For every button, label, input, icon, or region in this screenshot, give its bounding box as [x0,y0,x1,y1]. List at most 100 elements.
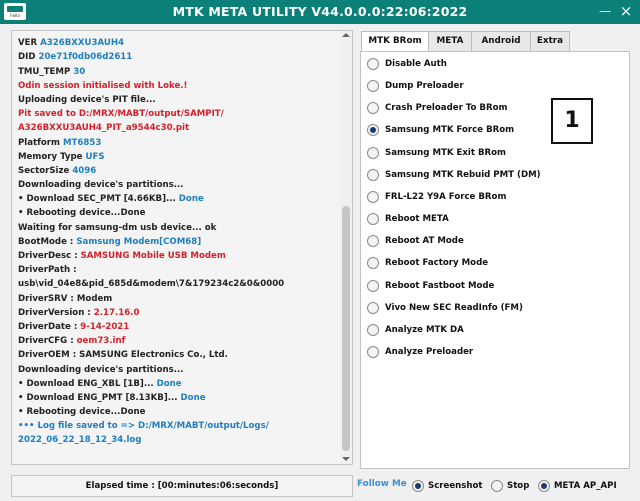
option-label: Reboot Fastboot Mode [385,280,495,291]
log-line: SectorSize 4096 [18,164,336,178]
log-line: VER A326BXXU3AUH4 [18,36,336,50]
log-segment: DriverSRV : Modem [18,293,113,304]
radio-button[interactable] [367,301,379,314]
log-line: BootMode : Samsung Modem[COM68] [18,235,336,249]
log-segment: A326BXXU3AUH4 [40,38,125,49]
scroll-thumb[interactable] [342,206,350,451]
log-segment: 4096 [72,165,97,176]
log-line: usb\vid_04e8&pid_685d&modem\7&179234c2&0… [18,277,336,291]
log-line: Downloading device's partitions... [18,363,336,377]
radio-button[interactable] [367,213,379,226]
log-segment: Downloading device's partitions... [18,364,184,375]
log-line: DriverVersion : 2.17.16.0 [18,306,336,320]
log-segment: DriverOEM : SAMSUNG Electronics Co., Ltd… [18,350,228,361]
screenshot-radio-button[interactable] [412,480,424,492]
log-segment: usb\vid_04e8&pid_685d&modem\7&179234c2&0… [18,279,285,290]
log-segment: • Rebooting device...Done [18,407,146,418]
log-segment: SAMSUNG Mobile USB Modem [80,251,226,261]
follow-me-link[interactable]: Follow Me [357,479,407,489]
log-segment: 9-14-2021 [80,321,130,332]
radio-button[interactable] [367,279,379,292]
log-segment: Pit saved to D:/MRX/MABT/output/SAMPIT/ [18,109,224,120]
radio-button[interactable] [367,124,379,137]
radio-button[interactable] [367,323,379,336]
log-line: DriverOEM : SAMSUNG Electronics Co., Ltd… [18,348,336,362]
log-segment: • Download ENG_XBL [1B]... [18,378,157,389]
log-segment: DriverDesc : [18,251,81,261]
option-label: Reboot AT Mode [385,236,464,247]
log-line: DriverDate : 9-14-2021 [18,320,336,334]
meta-ap-api-radio-button[interactable] [538,480,550,492]
log-segment: DriverCFG : [18,336,77,347]
log-line: Waiting for samsung-dm usb device... ok [18,221,336,235]
log-segment: Memory Type [18,151,86,162]
window-title: MTK META UTILITY V44.0.0.0:22:06:2022 [172,4,468,19]
radio-button[interactable] [367,102,379,115]
option-label: Crash Preloader To BRom [385,103,508,114]
elapsed-time: Elapsed time : [00:minutes:06:seconds] [11,475,353,497]
log-segment: • Rebooting device...Done [18,208,146,219]
log-line: • Download SEC_PMT [4.66KB]... Done [18,192,336,206]
option-label: FRL-L22 Y9A Force BRom [385,191,507,202]
log-segment: A326BXXU3AUH4_PIT_a9544c30.pit [18,123,190,134]
tab-extra[interactable]: Extra [530,31,570,51]
log-line: Pit saved to D:/MRX/MABT/output/SAMPIT/ [18,107,336,121]
tab-mtk-brom[interactable]: MTK BRom [361,31,429,52]
log-segment: Waiting for samsung-dm usb device... ok [18,222,217,233]
log-line: DID 20e71f0db06d2611 [18,50,336,64]
log-line: A326BXXU3AUH4_PIT_a9544c30.pit [18,121,336,135]
log-line: • Download ENG_PMT [8.13KB]... Done [18,391,336,405]
log-segment: DID [18,52,39,63]
radio-button[interactable] [367,345,379,358]
stop-radio-button[interactable] [491,480,503,492]
log-scrollbar[interactable] [340,31,352,464]
log-segment: Platform [18,137,63,148]
radio-button[interactable] [367,58,379,70]
log-line: ••• Log file saved to => D:/MRX/MABT/out… [18,419,336,433]
log-line: Memory Type UFS [18,150,336,164]
log-segment: DriverPath : [18,265,77,276]
log-segment: SectorSize [18,165,73,176]
log-line: DriverCFG : oem73.inf [18,334,336,348]
log-line: Downloading device's partitions... [18,178,336,192]
title-bar: hello MTK META UTILITY V44.0.0.0:22:06:2… [0,0,640,24]
log-segment: 2022_06_22_18_12_34.log [18,435,142,446]
log-segment: Uploading device's PIT file... [18,94,156,105]
scroll-up-icon[interactable] [342,33,350,37]
option-label: Vivo New SEC ReadInfo (FM) [385,302,523,313]
log-line: • Download ENG_XBL [1B]... Done [18,377,336,391]
log-segment: DriverVersion : [18,307,94,318]
log-line: • Rebooting device...Done [18,405,336,419]
log-line: Odin session initialised with Loke.! [18,79,336,93]
log-panel[interactable]: SALES THLVER A326BXXU3AUH4DID 20e71f0db0… [11,30,353,465]
option-label: Reboot Factory Mode [385,258,489,269]
radio-button[interactable] [367,168,379,181]
log-segment: • Download ENG_PMT [8.13KB]... [18,392,181,403]
option-label: Analyze MTK DA [385,324,464,335]
close-button[interactable]: × [619,3,633,19]
log-segment: Done [180,392,206,403]
tab-meta[interactable]: META [428,31,472,51]
log-segment: MT6853 [62,137,102,148]
log-segment: BootMode : [18,236,77,247]
log-segment: THL [51,31,70,34]
radio-button[interactable] [367,80,379,93]
option-label: Analyze Preloader [385,346,474,357]
option-label: Samsung MTK Force BRom [385,125,515,136]
step-number-badge: 1 [551,98,593,144]
log-segment: DriverDate : [18,321,81,332]
log-segment: Done [156,378,182,389]
option-label: Disable Auth [385,59,447,69]
option-label: Samsung MTK Rebuid PMT (DM) [385,169,541,180]
radio-button[interactable] [367,146,379,159]
scroll-down-icon[interactable] [342,457,350,461]
log-segment: VER [18,38,41,49]
log-segment: 20e71f0db06d2611 [38,52,133,63]
minimize-button[interactable]: — [598,3,612,19]
radio-button[interactable] [367,190,379,203]
tab-android[interactable]: Android [471,31,531,51]
radio-button[interactable] [367,235,379,248]
main-area: SALES THLVER A326BXXU3AUH4DID 20e71f0db0… [0,24,640,501]
log-segment: • Download SEC_PMT [4.66KB]... [18,194,179,205]
radio-button[interactable] [367,257,379,270]
